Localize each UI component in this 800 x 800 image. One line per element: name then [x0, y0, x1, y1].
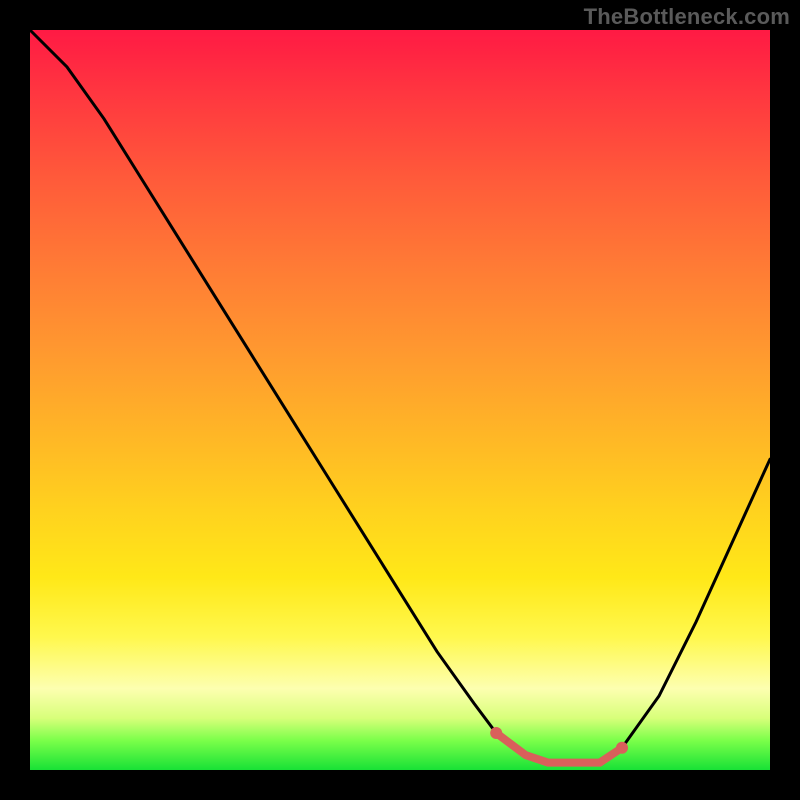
optimal-zone-line: [496, 733, 622, 763]
optimal-zone-dot-left: [490, 727, 502, 739]
bottleneck-curve-svg: [30, 30, 770, 770]
bottleneck-curve-line: [30, 30, 770, 763]
chart-frame: TheBottleneck.com: [0, 0, 800, 800]
watermark-text: TheBottleneck.com: [584, 4, 790, 30]
optimal-zone-dot-right: [616, 742, 628, 754]
